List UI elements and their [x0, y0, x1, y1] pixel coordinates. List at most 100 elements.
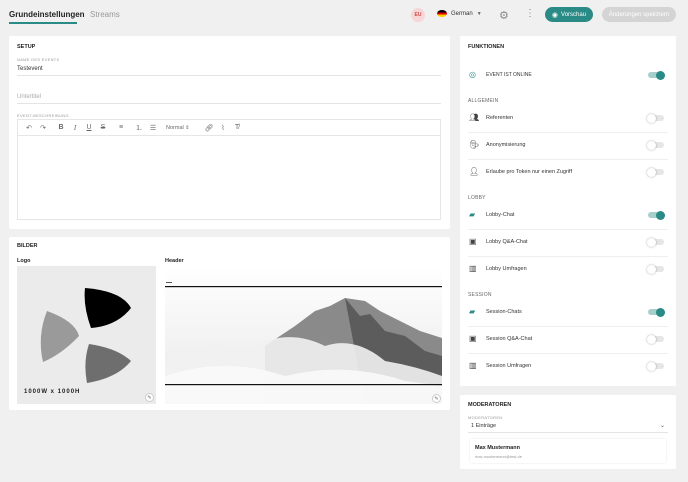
moderator-name: Max Mustermann	[475, 445, 520, 451]
function-label: Lobby Q&A-Chat	[486, 239, 528, 245]
event-online-label: EVENT IST ONLINE	[486, 72, 532, 78]
subtitle-underline	[17, 103, 441, 104]
strikethrough-icon[interactable]: S	[96, 124, 110, 131]
moderators-card: MODERATOREN MODERATOREN 1 Einträge ⌄ Max…	[460, 395, 676, 469]
active-tab-indicator	[9, 22, 77, 24]
section-lobby: LOBBY	[468, 195, 486, 201]
logo-graphic	[40, 288, 131, 383]
region-badge[interactable]: EU	[411, 8, 425, 22]
editor-toolbar: ↶ ↷ B I U S ≡ ⒈ ☰ Normal ⇕ 🔗︎ ⌇ T̸	[18, 120, 440, 136]
function-row-session-polls: ▥ Session Umfragen	[460, 353, 676, 380]
language-select[interactable]: German ▼	[437, 10, 482, 17]
tab-streams[interactable]: Streams	[90, 10, 120, 19]
logo-label: Logo	[17, 258, 31, 264]
session-polls-toggle[interactable]	[647, 361, 664, 371]
language-label: German	[451, 10, 473, 17]
poll-icon: ▥	[469, 361, 477, 370]
images-title: BILDER	[17, 243, 38, 249]
moderators-title: MODERATOREN	[468, 402, 512, 408]
event-name-underline	[17, 75, 441, 76]
moderator-email: max.mustermann@test.de	[475, 454, 522, 459]
function-row-session-qa: ▣ Session Q&A-Chat	[460, 326, 676, 353]
chevron-down-icon[interactable]: ⌄	[660, 422, 665, 429]
tab-grundeinstellungen[interactable]: Grundeinstellungen	[9, 10, 85, 19]
format-select[interactable]: Normal ⇕	[166, 125, 202, 131]
description-editor[interactable]: ↶ ↷ B I U S ≡ ⒈ ☰ Normal ⇕ 🔗︎ ⌇ T̸	[17, 119, 441, 220]
attachment-icon[interactable]: ⌇	[216, 124, 230, 132]
section-session: SESSION	[468, 292, 492, 298]
referenten-toggle[interactable]	[647, 113, 664, 123]
moderator-entry[interactable]: Max Mustermann max.mustermann@test.de	[470, 439, 666, 463]
lobby-qa-toggle[interactable]	[647, 237, 664, 247]
subtitle-input[interactable]: Untertitel	[17, 94, 41, 100]
logo-image[interactable]: 1000W x 1000H ✎	[17, 266, 156, 404]
moderators-select-underline	[468, 432, 668, 433]
bullet-list-icon[interactable]: ☰	[146, 124, 160, 132]
moderators-field-label: MODERATOREN	[468, 415, 503, 420]
link-icon[interactable]: 🔗︎	[202, 124, 216, 132]
qa-chat-icon: ▣	[469, 237, 477, 246]
chat-icon: ▰	[469, 210, 476, 219]
preview-label: Vorschau	[561, 11, 587, 18]
broadcast-icon: ◎	[469, 70, 476, 79]
edit-header-icon[interactable]: ✎	[432, 394, 441, 403]
function-row-lobby-polls: ▥ Lobby Umfragen	[460, 256, 676, 283]
redo-icon[interactable]: ↷	[36, 124, 50, 132]
lobby-chat-toggle[interactable]	[648, 210, 665, 220]
qa-chat-icon: ▣	[469, 334, 477, 343]
save-changes-button[interactable]: Änderungen speichern	[602, 7, 676, 22]
italic-icon[interactable]: I	[68, 124, 82, 132]
event-online-toggle[interactable]	[648, 70, 665, 80]
incognito-icon: 🕵︎	[469, 140, 480, 149]
more-options-icon[interactable]: ⋮	[525, 8, 535, 19]
function-row-session-chats: ▰ Session-Chats	[460, 299, 676, 326]
function-label: Erlaube pro Token nur einen Zugriff	[486, 169, 573, 175]
event-name-input[interactable]: Testevent	[17, 66, 43, 72]
function-label: Referenten	[486, 115, 514, 121]
function-row-lobby-qa: ▣ Lobby Q&A-Chat	[460, 229, 676, 256]
lobby-polls-toggle[interactable]	[647, 264, 664, 274]
event-name-label: NAME DES EVENTS	[17, 57, 60, 62]
function-label: Anonymisierung	[486, 142, 526, 148]
german-flag-icon	[437, 10, 447, 17]
chat-icon: ▰	[469, 307, 476, 316]
function-row-anonymisierung: 🕵︎ Anonymisierung	[460, 132, 676, 159]
mountain-graphic	[165, 266, 442, 404]
ordered-list-icon[interactable]: ⒈	[132, 123, 146, 133]
function-label: Lobby Umfragen	[486, 266, 527, 272]
people-icon: 👥︎	[469, 113, 480, 122]
poll-icon: ▥	[469, 264, 477, 273]
eye-icon: ◉	[551, 11, 559, 19]
clear-format-icon[interactable]: T̸	[230, 124, 244, 131]
user-key-icon: 👤︎	[469, 167, 480, 176]
bold-icon[interactable]: B	[54, 124, 68, 131]
function-label: Session-Chats	[486, 309, 522, 315]
section-allgemein: ALLGEMEIN	[468, 98, 499, 104]
function-label: Lobby-Chat	[486, 212, 515, 218]
gear-icon[interactable]: ⚙	[499, 9, 509, 22]
moderators-select[interactable]: 1 Einträge	[471, 423, 496, 429]
undo-icon[interactable]: ↶	[22, 124, 36, 132]
logo-size-hint: 1000W x 1000H	[24, 389, 81, 395]
chevron-down-icon: ▼	[476, 10, 482, 17]
session-chats-toggle[interactable]	[648, 307, 665, 317]
description-label: EVENT-BESCHREIBUNG	[17, 113, 69, 118]
function-label: Session Q&A-Chat	[486, 336, 533, 342]
event-online-row: ◎ EVENT IST ONLINE	[460, 62, 676, 89]
function-row-token: 👤︎ Erlaube pro Token nur einen Zugriff	[460, 159, 676, 186]
header-image[interactable]: ✎	[165, 266, 442, 404]
function-row-lobby-chat: ▰ Lobby-Chat	[460, 202, 676, 229]
align-icon[interactable]: ≡	[114, 124, 128, 131]
function-row-referenten: 👥︎ Referenten	[460, 105, 676, 132]
anonymisierung-toggle[interactable]	[647, 140, 664, 150]
functions-title: FUNKTIONEN	[468, 44, 505, 50]
edit-logo-icon[interactable]: ✎	[145, 393, 154, 402]
token-toggle[interactable]	[647, 167, 664, 177]
preview-button[interactable]: ◉ Vorschau	[545, 7, 593, 22]
top-bar: Grundeinstellungen Streams EU German ▼ ⚙…	[0, 0, 688, 30]
function-label: Session Umfragen	[486, 363, 532, 369]
setup-title: SETUP	[17, 44, 36, 50]
session-qa-toggle[interactable]	[647, 334, 664, 344]
underline-icon[interactable]: U	[82, 124, 96, 131]
header-label: Header	[165, 258, 184, 264]
